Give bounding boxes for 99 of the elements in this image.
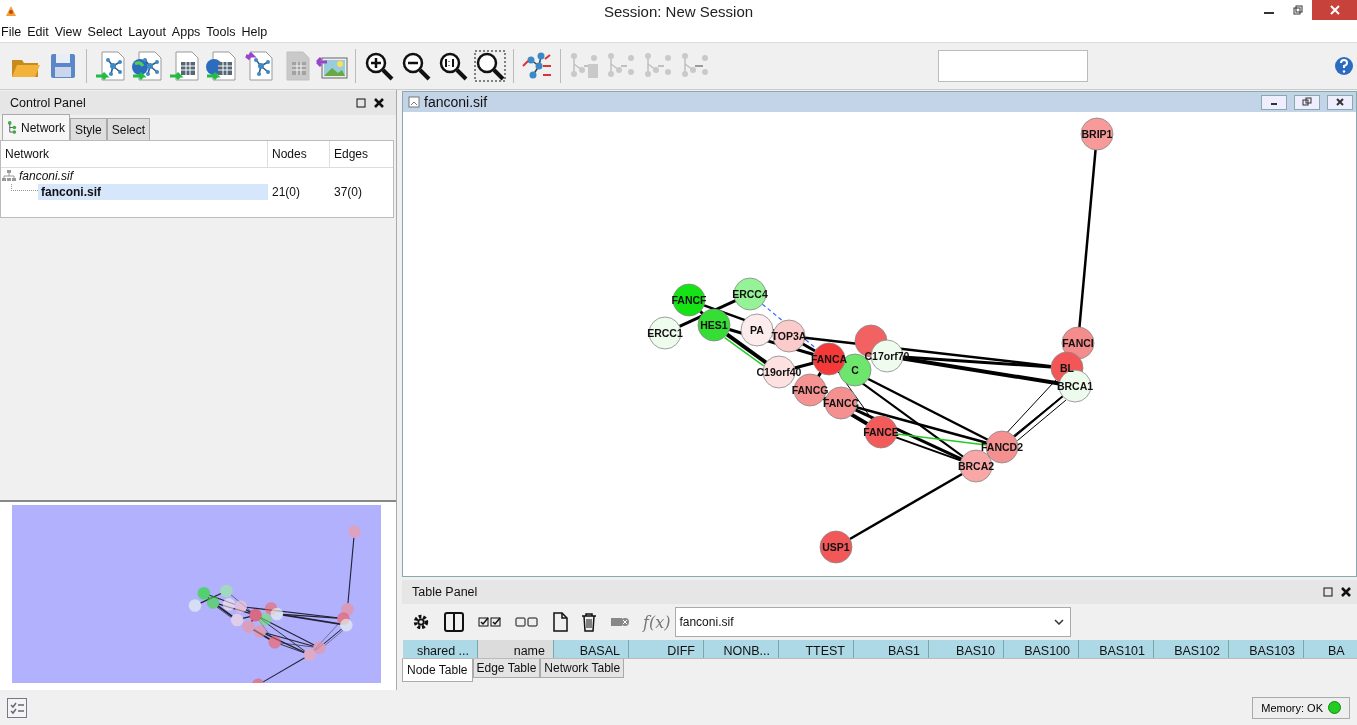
column-header[interactable]: BASAL: [554, 640, 629, 658]
network-node[interactable]: [733, 277, 767, 311]
network-collection-icon: [2, 170, 16, 182]
network-node[interactable]: [648, 316, 682, 350]
columns-icon[interactable]: [443, 611, 465, 633]
tree-item[interactable]: fanconi.sif: [38, 184, 268, 200]
table-cell-text: 21(0): [271, 184, 301, 200]
column-header[interactable]: Edges: [330, 141, 390, 167]
network-node[interactable]: [772, 319, 806, 353]
node-label: BRCA1: [1056, 380, 1094, 392]
column-header[interactable]: DIFF: [629, 640, 704, 658]
column-header[interactable]: Nodes: [268, 141, 330, 167]
tree-item[interactable]: fanconi.sif: [19, 169, 74, 183]
globe-network-import-icon[interactable]: [131, 50, 163, 82]
zoom-selection-icon[interactable]: [474, 50, 506, 82]
menu-item[interactable]: Select: [84, 25, 126, 39]
menu-item[interactable]: Help: [238, 25, 271, 39]
globe-table-import-icon[interactable]: [205, 50, 237, 82]
column-header[interactable]: NONB...: [704, 640, 779, 658]
restore-button[interactable]: [1294, 94, 1320, 110]
node-label: FANCI: [1062, 337, 1094, 349]
close-icon: [1329, 5, 1340, 15]
column-header[interactable]: BAS103: [1229, 640, 1304, 658]
node-label: ERCC1: [647, 327, 683, 339]
node-label: USP1: [822, 541, 850, 553]
settings-icon[interactable]: [412, 613, 430, 631]
restore-icon: [1302, 97, 1312, 107]
network-dropdown[interactable]: fanconi.sif: [675, 607, 1072, 637]
panel-title: Control Panel: [10, 96, 86, 110]
function-builder-button[interactable]: f(x): [643, 612, 671, 632]
memory-status-button[interactable]: Memory: OK: [1252, 696, 1350, 719]
node-label: FANCG: [791, 384, 829, 396]
column-header[interactable]: Network: [1, 141, 268, 167]
tree-icon: [7, 121, 18, 134]
panel-tab[interactable]: Network: [2, 114, 70, 140]
minimize-icon: [1263, 12, 1274, 14]
app-icon: [4, 4, 18, 18]
network-node[interactable]: [1080, 117, 1114, 151]
close-icon[interactable]: [374, 98, 384, 108]
deselect-all-icon[interactable]: [515, 616, 539, 628]
zoom-actual-size-icon[interactable]: [437, 50, 469, 82]
column-header[interactable]: name: [478, 640, 554, 658]
column-header[interactable]: TTEST: [779, 640, 854, 658]
column-header[interactable]: BAS10: [929, 640, 1004, 658]
select-all-icon[interactable]: [478, 616, 502, 628]
menu-item[interactable]: Edit: [24, 25, 52, 39]
menu-item[interactable]: Apps: [168, 25, 204, 39]
panel-title: Table Panel: [412, 585, 478, 599]
minimize-icon: [1271, 103, 1277, 105]
network-window-title: fanconi.sif: [424, 94, 488, 110]
node-label: C19orf40: [756, 366, 802, 378]
network-node[interactable]: [697, 308, 731, 342]
search-field[interactable]: [938, 50, 1088, 82]
table-tab[interactable]: Edge Table: [472, 659, 541, 678]
node-label: FANCD2: [981, 441, 1023, 453]
node-label: BL: [1060, 362, 1074, 374]
delete-column-icon[interactable]: [610, 616, 630, 628]
zoom-out-icon[interactable]: [400, 50, 432, 82]
menu-item[interactable]: Tools: [203, 25, 239, 39]
network-node[interactable]: [959, 449, 993, 483]
caret-icon: [1054, 619, 1065, 625]
column-header[interactable]: BA: [1304, 640, 1344, 658]
help-icon[interactable]: [1334, 56, 1354, 76]
menu-item[interactable]: View: [51, 25, 85, 39]
task-list-icon[interactable]: [7, 697, 27, 718]
column-header[interactable]: BAS100: [1004, 640, 1079, 658]
close-icon: [1335, 97, 1345, 107]
node-label: ERCC4: [732, 288, 768, 300]
node-label: TOP3A: [771, 330, 807, 342]
float-icon[interactable]: [356, 98, 366, 108]
table-tab[interactable]: Network Table: [540, 659, 625, 678]
column-header[interactable]: BAS101: [1079, 640, 1154, 658]
node-label: HES1: [700, 319, 728, 331]
node-label: C: [851, 364, 859, 376]
close-button[interactable]: [1327, 94, 1353, 110]
table-cell-text: 37(0): [333, 184, 363, 200]
column-header[interactable]: BAS1: [854, 640, 929, 658]
table-import-icon[interactable]: [168, 50, 200, 82]
node-label: FANCC: [822, 397, 860, 409]
panel-tab[interactable]: Select: [106, 118, 151, 140]
window-title: Session: New Session: [603, 2, 754, 20]
network-import-icon[interactable]: [94, 50, 126, 82]
column-header[interactable]: BAS102: [1154, 640, 1229, 658]
zoom-in-icon[interactable]: [363, 50, 395, 82]
network-node[interactable]: [819, 530, 853, 564]
panel-tab[interactable]: Style: [70, 118, 107, 140]
node-label: BRIP1: [1081, 128, 1113, 140]
restore-icon: [1292, 5, 1303, 15]
menu-item[interactable]: File: [0, 25, 25, 39]
close-icon[interactable]: [1341, 587, 1351, 597]
float-icon[interactable]: [1323, 587, 1333, 597]
node-label: BRCA2: [957, 460, 995, 472]
new-document-icon[interactable]: [552, 612, 568, 632]
trash-icon[interactable]: [581, 612, 597, 632]
document-icon: [408, 96, 420, 108]
menu-item[interactable]: Layout: [125, 25, 169, 39]
table-tab[interactable]: Node Table: [402, 659, 473, 682]
node-label: PA: [750, 324, 764, 336]
minimize-button[interactable]: [1261, 94, 1287, 110]
